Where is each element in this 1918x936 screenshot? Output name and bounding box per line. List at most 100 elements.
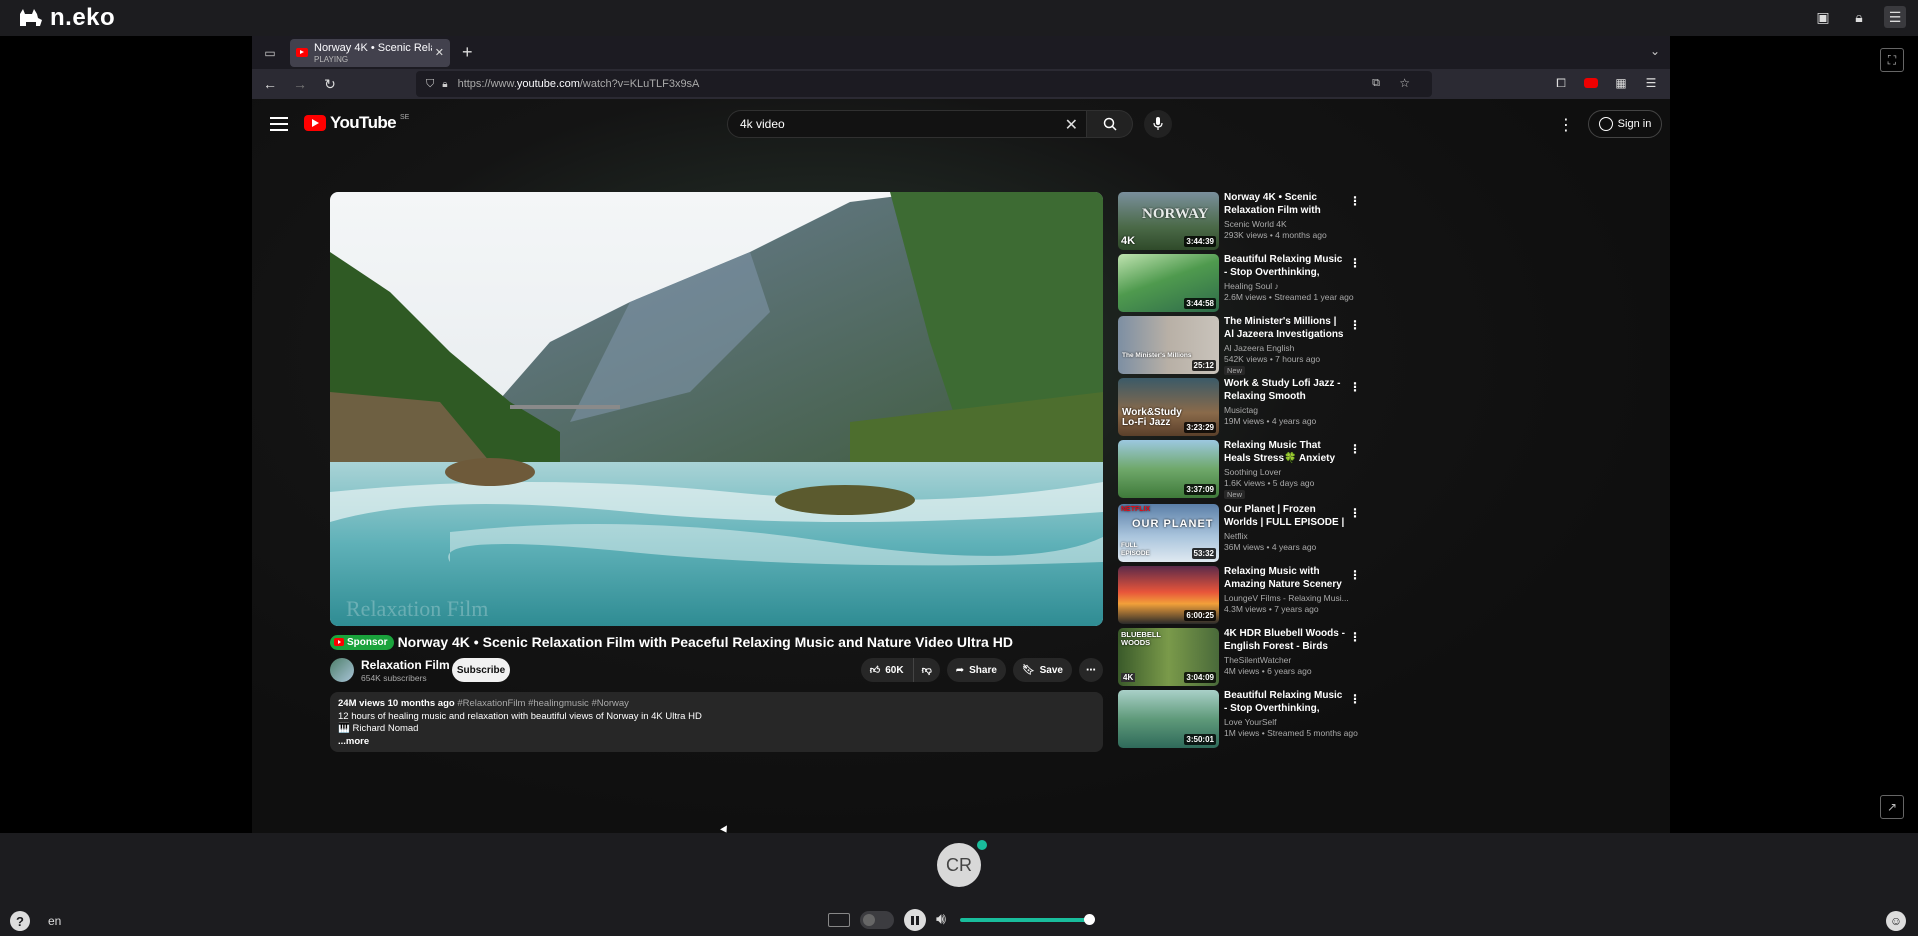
video-thumbnail[interactable]: The Minister's Millions 25:12: [1118, 316, 1219, 374]
more-options-icon[interactable]: ⋮: [1349, 506, 1361, 520]
recommendation-item[interactable]: BLUEBELL WOODS 4K 3:04:09 4K HDR Bluebel…: [1118, 628, 1408, 688]
video-thumbnail[interactable]: Work&Study Lo-Fi Jazz 3:23:29: [1118, 378, 1219, 436]
description-box[interactable]: 24M views 10 months ago #RelaxationFilm …: [330, 692, 1103, 752]
forward-icon[interactable]: →: [288, 72, 312, 96]
recommendation-title[interactable]: Work & Study Lofi Jazz - Relaxing Smooth…: [1224, 378, 1348, 403]
popout-icon[interactable]: ↗: [1880, 795, 1904, 819]
volume-icon[interactable]: 🔊︎: [936, 911, 946, 929]
help-icon[interactable]: ?: [10, 911, 30, 931]
sponsor-button[interactable]: Sponsor: [330, 634, 394, 650]
recommendation-title[interactable]: The Minister's Millions | Al Jazeera Inv…: [1224, 316, 1348, 341]
video-player[interactable]: Relaxation Film: [330, 192, 1103, 626]
recommendation-channel[interactable]: Musictag: [1224, 405, 1258, 415]
extension-badge-icon[interactable]: ▦: [1612, 73, 1630, 93]
pause-button[interactable]: [904, 909, 926, 931]
reload-icon[interactable]: ↻: [318, 72, 342, 96]
dislike-button[interactable]: 👎︎: [913, 658, 940, 682]
keyboard-icon[interactable]: [828, 913, 850, 927]
recommendation-channel[interactable]: Healing Soul ♪: [1224, 281, 1279, 291]
user-avatar[interactable]: CR: [937, 843, 981, 887]
microphone-icon: [1153, 117, 1163, 130]
description-tags[interactable]: #RelaxationFilm #healingmusic #Norway: [457, 698, 629, 709]
recommendation-channel[interactable]: Scenic World 4K: [1224, 219, 1287, 229]
channel-name[interactable]: Relaxation Film: [361, 658, 461, 672]
clipboard-icon[interactable]: ▣: [1812, 6, 1834, 28]
back-icon[interactable]: ←: [258, 72, 282, 96]
chevron-down-icon[interactable]: ⌄: [1650, 44, 1660, 58]
recommendation-title[interactable]: Relaxing Music That Heals Stress🍀 Anxiet…: [1224, 440, 1348, 465]
more-options-icon[interactable]: ⋮: [1349, 194, 1361, 208]
new-badge: New: [1224, 490, 1246, 499]
new-tab-icon[interactable]: +: [462, 42, 473, 63]
video-thumbnail[interactable]: 3:37:09: [1118, 440, 1219, 498]
subscribe-button[interactable]: Subscribe: [452, 658, 510, 682]
recommendation-title[interactable]: Beautiful Relaxing Music - Stop Overthin…: [1224, 690, 1348, 715]
video-duration: 3:23:29: [1184, 422, 1216, 433]
lock-icon[interactable]: 🔒︎: [1848, 6, 1870, 28]
fullscreen-icon[interactable]: ⛶: [1880, 48, 1904, 72]
recommendation-channel[interactable]: Love YourSelf: [1224, 717, 1276, 727]
more-options-icon[interactable]: ⋮: [1349, 630, 1361, 644]
guide-menu-icon[interactable]: [270, 117, 288, 131]
recommendation-title[interactable]: Relaxing Music with Amazing Nature Scene…: [1224, 566, 1348, 591]
recommendation-channel[interactable]: Netflix: [1224, 531, 1248, 541]
close-tab-icon[interactable]: ✕: [435, 46, 444, 59]
video-thumbnail[interactable]: 3:44:58: [1118, 254, 1219, 312]
recommendation-channel[interactable]: Soothing Lover: [1224, 467, 1281, 477]
recommendation-item[interactable]: NETFLIX OUR PLANET FULL EPISODE 53:32 Ou…: [1118, 504, 1408, 564]
video-thumbnail[interactable]: NETFLIX OUR PLANET FULL EPISODE 53:32: [1118, 504, 1219, 562]
more-link[interactable]: ...more: [338, 736, 1095, 749]
url-bar[interactable]: ⛉ 🔒︎ https://www.youtube.com/watch?v=KLu…: [416, 71, 1432, 97]
more-options-icon[interactable]: ⋮: [1349, 256, 1361, 270]
app-menu-icon[interactable]: ☰: [1642, 73, 1660, 93]
more-actions-button[interactable]: ⋯: [1079, 658, 1103, 682]
recommendation-item[interactable]: Work&Study Lo-Fi Jazz 3:23:29 Work & Stu…: [1118, 378, 1408, 438]
control-toggle[interactable]: [860, 911, 894, 929]
menu-icon[interactable]: ☰: [1884, 6, 1906, 28]
video-thumbnail[interactable]: NORWAY 4K 3:44:39: [1118, 192, 1219, 250]
clear-search-icon[interactable]: ✕: [1065, 115, 1078, 135]
voice-search-button[interactable]: [1144, 110, 1172, 138]
more-options-icon[interactable]: ⋮: [1349, 692, 1361, 706]
recommendation-item[interactable]: 3:44:58 Beautiful Relaxing Music - Stop …: [1118, 254, 1408, 314]
extensions-icon[interactable]: ⧠: [1552, 73, 1570, 93]
url-text[interactable]: https://www.youtube.com/watch?v=KLuTLF3x…: [458, 78, 700, 90]
video-thumbnail[interactable]: 6:00:25: [1118, 566, 1219, 624]
tab-list-icon[interactable]: ▭: [256, 36, 284, 69]
video-thumbnail[interactable]: 3:50:01: [1118, 690, 1219, 748]
more-options-icon[interactable]: ⋮: [1349, 380, 1361, 394]
sign-in-button[interactable]: Sign in: [1588, 110, 1662, 138]
more-options-icon[interactable]: ⋮: [1349, 318, 1361, 332]
recommendation-title[interactable]: 4K HDR Bluebell Woods - English Forest -…: [1224, 628, 1348, 653]
video-thumbnail[interactable]: BLUEBELL WOODS 4K 3:04:09: [1118, 628, 1219, 686]
search-input[interactable]: [740, 117, 1040, 131]
recommendation-item[interactable]: The Minister's Millions 25:12 The Minist…: [1118, 316, 1408, 376]
recommendation-item[interactable]: NORWAY 4K 3:44:39 Norway 4K • Scenic Rel…: [1118, 192, 1408, 252]
youtube-extension-icon[interactable]: [1582, 73, 1600, 93]
recommendation-channel[interactable]: Al Jazeera English: [1224, 343, 1294, 353]
bookmark-star-icon[interactable]: ☆: [1399, 76, 1410, 90]
recommendation-item[interactable]: 3:37:09 Relaxing Music That Heals Stress…: [1118, 440, 1408, 500]
share-button[interactable]: ➦ Share: [946, 658, 1006, 682]
save-button[interactable]: 🔖︎ Save: [1012, 658, 1072, 682]
volume-slider[interactable]: [960, 914, 1096, 925]
recommendation-channel[interactable]: TheSilentWatcher: [1224, 655, 1291, 665]
recommendation-item[interactable]: 6:00:25 Relaxing Music with Amazing Natu…: [1118, 566, 1408, 626]
recommendation-title[interactable]: Our Planet | Frozen Worlds | FULL EPISOD…: [1224, 504, 1348, 529]
emoji-icon[interactable]: ☺: [1886, 911, 1906, 931]
picture-in-picture-icon[interactable]: ⧉: [1372, 77, 1380, 90]
shield-icon[interactable]: ⛉: [426, 78, 434, 91]
recommendation-item[interactable]: 3:50:01 Beautiful Relaxing Music - Stop …: [1118, 690, 1408, 750]
more-options-icon[interactable]: ⋮: [1558, 115, 1574, 135]
like-button[interactable]: 👍︎ 60K: [860, 658, 914, 682]
more-options-icon[interactable]: ⋮: [1349, 442, 1361, 456]
recommendation-title[interactable]: Norway 4K • Scenic Relaxation Film with …: [1224, 192, 1348, 217]
channel-avatar[interactable]: [330, 658, 354, 682]
keyboard-language[interactable]: en: [48, 914, 61, 928]
tab-youtube[interactable]: Norway 4K • Scenic Rela PLAYING ✕: [290, 38, 450, 67]
more-options-icon[interactable]: ⋮: [1349, 568, 1361, 582]
search-button[interactable]: [1087, 110, 1133, 138]
recommendation-channel[interactable]: LoungeV Films - Relaxing Musi...: [1224, 593, 1349, 603]
youtube-logo[interactable]: YouTube SE: [304, 113, 409, 133]
recommendation-title[interactable]: Beautiful Relaxing Music - Stop Overthin…: [1224, 254, 1348, 279]
